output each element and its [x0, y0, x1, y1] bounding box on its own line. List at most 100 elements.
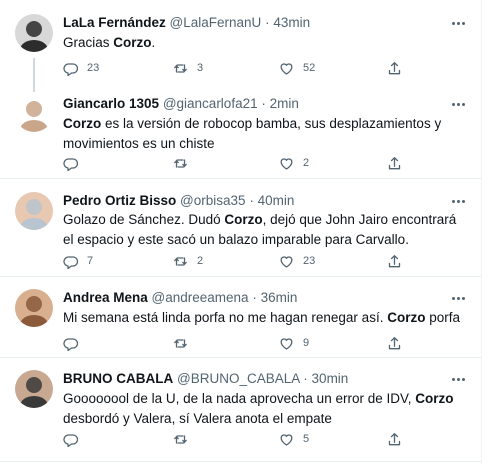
retweet-button[interactable] [173, 154, 188, 172]
avatar[interactable] [15, 370, 53, 408]
tweet-header: Pedro Ortiz Bisso @orbisa35 · 40min [63, 192, 294, 210]
timestamp[interactable]: 2min [270, 96, 299, 111]
retweet-button[interactable] [173, 334, 188, 352]
retweet-icon [174, 434, 187, 444]
tweet[interactable]: BRUNO CABALA @BRUNO_CABALA · 30min Goooo… [0, 358, 481, 464]
author-handle[interactable]: @LalaFernanU [170, 15, 262, 30]
like-button[interactable]: 23 [279, 252, 315, 270]
tweet[interactable]: Giancarlo 1305 @giancarlofa21 · 2min Cor… [0, 84, 481, 176]
share-icon [388, 432, 401, 445]
share-button[interactable] [387, 252, 402, 270]
like-button[interactable]: 9 [279, 334, 309, 352]
share-icon [388, 336, 401, 349]
tweet-feed: LaLa Fernández @LalaFernanU · 43min Grac… [0, 0, 482, 464]
like-count: 5 [303, 433, 310, 445]
tweet-text: Golazo de Sánchez. Dudó Corzo, dejó que … [63, 210, 468, 250]
tweet-actions: 2 [63, 154, 403, 172]
like-count: 9 [303, 337, 310, 349]
separator: · [252, 290, 257, 305]
share-button[interactable] [387, 334, 402, 352]
like-button[interactable]: 2 [279, 154, 309, 172]
author-name[interactable]: Pedro Ortiz Bisso [63, 193, 176, 208]
avatar[interactable] [15, 289, 53, 327]
share-button[interactable] [387, 59, 402, 77]
separator: · [261, 96, 266, 111]
author-name[interactable]: Andrea Mena [63, 290, 148, 305]
keyword-highlight: Corzo [113, 35, 152, 50]
tweet-header: Giancarlo 1305 @giancarlofa21 · 2min [63, 95, 299, 113]
like-icon [280, 337, 293, 350]
reply-icon [63, 433, 78, 447]
more-options-icon[interactable] [449, 18, 467, 28]
share-button[interactable] [387, 430, 402, 448]
more-options-icon[interactable] [449, 196, 467, 206]
like-count: 52 [303, 62, 316, 74]
share-icon [388, 61, 401, 74]
author-handle[interactable]: @andreeamena [152, 290, 249, 305]
retweet-button[interactable]: 3 [173, 59, 203, 77]
like-icon [280, 62, 293, 75]
reply-button[interactable] [63, 334, 78, 352]
more-options-icon[interactable] [449, 293, 467, 303]
tweet-text: Gracias Corzo. [63, 33, 468, 53]
reply-count: 7 [87, 255, 94, 267]
avatar[interactable] [15, 14, 53, 52]
tweet-text: Mi semana está linda porfa no me hagan r… [63, 308, 468, 328]
like-icon [280, 433, 293, 446]
reply-icon [63, 62, 78, 76]
text-segment: Golazo de Sánchez. Dudó [63, 212, 225, 227]
tweet-actions: 9 [63, 334, 403, 352]
timestamp[interactable]: 30min [312, 371, 349, 386]
author-name[interactable]: Giancarlo 1305 [63, 96, 159, 111]
retweet-icon [174, 338, 187, 348]
author-handle[interactable]: @orbisa35 [180, 193, 246, 208]
like-button[interactable]: 5 [279, 430, 309, 448]
more-options-icon[interactable] [449, 99, 467, 109]
tweet[interactable]: LaLa Fernández @LalaFernanU · 43min Grac… [0, 0, 481, 84]
like-icon [280, 157, 293, 170]
separator: · [303, 371, 308, 386]
reply-button[interactable]: 7 [63, 252, 93, 270]
share-button[interactable] [387, 154, 402, 172]
reply-button[interactable] [63, 430, 78, 448]
author-handle[interactable]: @giancarlofa21 [163, 96, 258, 111]
reply-count: 23 [87, 62, 100, 74]
divider [0, 461, 481, 462]
timestamp[interactable]: 40min [258, 193, 295, 208]
tweet-text: Goooooool de la U, de la nada aprovecha … [63, 389, 468, 429]
text-segment: Mi semana está linda porfa no me hagan r… [63, 310, 388, 325]
avatar[interactable] [15, 192, 53, 230]
keyword-highlight: Corzo [415, 391, 454, 406]
retweet-icon [174, 158, 187, 168]
text-segment: Goooooool de la U, de la nada aprovecha … [63, 391, 416, 406]
retweet-button[interactable]: 2 [173, 252, 203, 270]
separator: · [265, 15, 270, 30]
avatar[interactable] [15, 94, 53, 132]
reply-icon [63, 255, 78, 269]
keyword-highlight: Corzo [63, 116, 102, 131]
reply-button[interactable] [63, 154, 78, 172]
tweet-header: LaLa Fernández @LalaFernanU · 43min [63, 14, 310, 32]
keyword-highlight: Corzo [224, 212, 263, 227]
more-options-icon[interactable] [449, 374, 467, 384]
author-name[interactable]: BRUNO CABALA [63, 371, 173, 386]
like-count: 23 [303, 255, 316, 267]
keyword-highlight: Corzo [387, 310, 426, 325]
timestamp[interactable]: 36min [261, 290, 298, 305]
like-button[interactable]: 52 [279, 59, 315, 77]
text-segment: Gracias [63, 35, 114, 50]
text-segment: porfa [425, 310, 460, 325]
retweet-icon [174, 63, 187, 73]
retweet-button[interactable] [173, 430, 188, 448]
tweet[interactable]: Andrea Mena @andreeamena · 36min Mi sema… [0, 277, 481, 357]
timestamp[interactable]: 43min [273, 15, 310, 30]
author-name[interactable]: LaLa Fernández [63, 15, 166, 30]
author-handle[interactable]: @BRUNO_CABALA [177, 371, 300, 386]
separator: · [249, 193, 254, 208]
retweet-icon [174, 256, 187, 266]
retweet-count: 3 [197, 62, 204, 74]
tweet-header: Andrea Mena @andreeamena · 36min [63, 289, 297, 307]
reply-button[interactable]: 23 [63, 59, 99, 77]
tweet[interactable]: Pedro Ortiz Bisso @orbisa35 · 40min Gola… [0, 179, 481, 279]
tweet-actions: 23 3 52 [63, 59, 403, 77]
